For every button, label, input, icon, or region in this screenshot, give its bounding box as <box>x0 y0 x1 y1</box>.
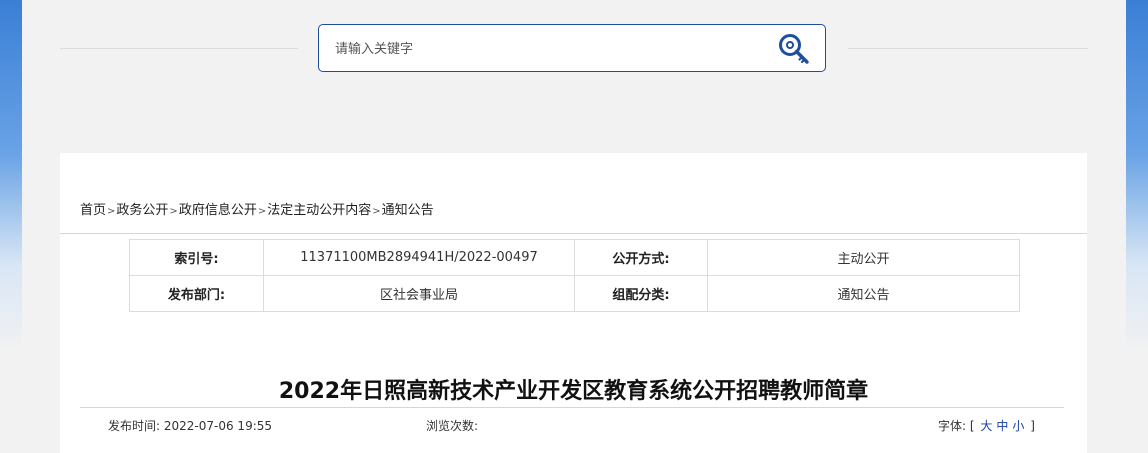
publish-time: 2022-07-06 19:55 <box>163 419 273 433</box>
search-divider-right <box>848 48 1088 49</box>
title-divider <box>80 407 1064 408</box>
breadcrumb-government-affairs[interactable]: 政务公开 <box>116 203 168 218</box>
open-method-label: 公开方式: <box>574 239 708 276</box>
publish-label: 发布时间: <box>108 419 161 433</box>
right-edge-decoration <box>1126 0 1148 441</box>
left-edge-decoration <box>0 0 22 441</box>
content-panel: 首页>政务公开>政府信息公开>法定主动公开内容>通知公告 索引号: 113711… <box>60 153 1087 453</box>
open-method-value: 主动公开 <box>707 239 1020 276</box>
font-small-button[interactable]: 小 <box>1012 419 1024 433</box>
font-bracket-close: ] <box>1030 419 1035 433</box>
font-size-control: 字体: [ 大中小 ] <box>938 417 1035 434</box>
breadcrumb-divider <box>60 233 1087 234</box>
breadcrumb-statutory-content[interactable]: 法定主动公开内容 <box>267 203 371 218</box>
font-size-label: 字体: <box>938 419 967 433</box>
table-row: 发布部门: 区社会事业局 组配分类: 通知公告 <box>129 275 1020 312</box>
breadcrumb-gov-info-disclosure[interactable]: 政府信息公开 <box>179 203 257 218</box>
category-value: 通知公告 <box>707 275 1020 312</box>
breadcrumb-separator-icon: > <box>107 206 116 217</box>
breadcrumb-separator-icon: > <box>169 206 178 217</box>
table-row: 索引号: 11371100MB2894941H/2022-00497 公开方式:… <box>129 239 1020 276</box>
metadata-table: 索引号: 11371100MB2894941H/2022-00497 公开方式:… <box>129 239 1020 312</box>
views-label: 浏览次数: <box>426 419 479 433</box>
search-icon <box>779 34 809 64</box>
font-large-button[interactable]: 大 <box>980 419 992 433</box>
search-input[interactable] <box>333 35 757 63</box>
search-box <box>318 24 826 72</box>
breadcrumb-separator-icon: > <box>372 206 381 217</box>
search-button[interactable] <box>775 31 811 67</box>
breadcrumb-notices[interactable]: 通知公告 <box>382 203 434 218</box>
font-bracket-open: [ <box>969 419 975 433</box>
breadcrumb: 首页>政务公开>政府信息公开>法定主动公开内容>通知公告 <box>80 199 434 218</box>
index-number-label: 索引号: <box>129 239 264 276</box>
breadcrumb-separator-icon: > <box>257 206 267 217</box>
department-label: 发布部门: <box>129 275 264 312</box>
publish-info: 发布时间: 2022-07-06 19:55 <box>108 417 272 434</box>
department-value: 区社会事业局 <box>263 275 575 312</box>
search-divider-left <box>60 48 298 49</box>
font-medium-button[interactable]: 中 <box>996 419 1008 433</box>
views-info: 浏览次数: <box>426 417 478 434</box>
breadcrumb-home[interactable]: 首页 <box>80 203 106 218</box>
category-label: 组配分类: <box>574 275 708 312</box>
article-title: 2022年日照高新技术产业开发区教育系统公开招聘教师简章 <box>278 379 869 404</box>
index-number-value: 11371100MB2894941H/2022-00497 <box>263 239 575 276</box>
